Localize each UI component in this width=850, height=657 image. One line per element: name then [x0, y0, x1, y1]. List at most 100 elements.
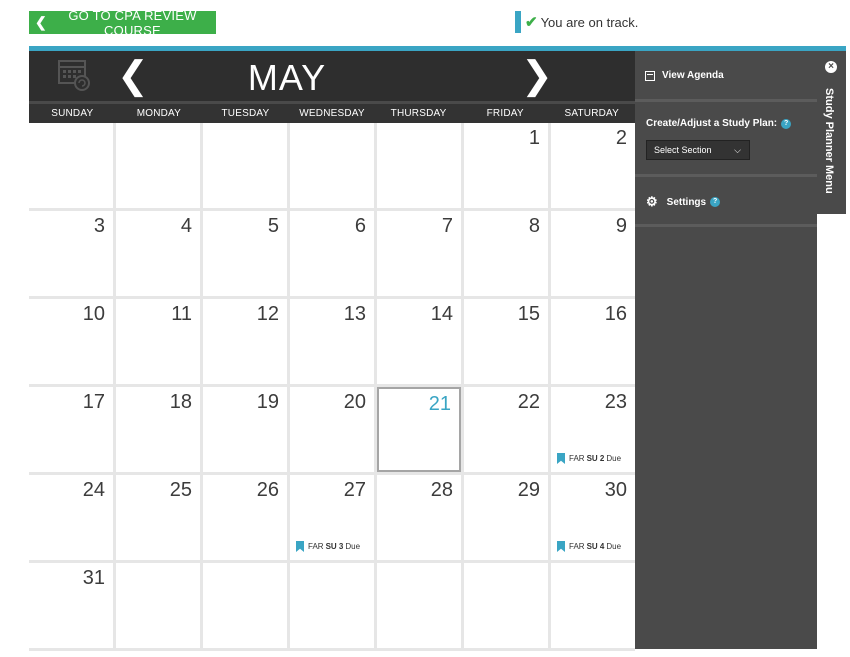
calendar-day-cell[interactable]: 7: [377, 211, 461, 296]
empty-day-cell: [290, 563, 374, 648]
calendar-day-cell[interactable]: 6: [290, 211, 374, 296]
calendar-day-cell[interactable]: 4: [116, 211, 200, 296]
day-number: 23: [604, 391, 627, 413]
event-pre-text: FAR: [308, 542, 324, 551]
calendar-day-cell[interactable]: 17: [29, 387, 113, 472]
weekday-label: TUESDAY: [221, 108, 270, 119]
calendar-day-cell[interactable]: 1: [464, 123, 548, 208]
calendar-day-cell[interactable]: 24: [29, 475, 113, 560]
weekday-label: THURSDAY: [390, 108, 447, 119]
bookmark-icon: [557, 541, 565, 552]
view-agenda-link[interactable]: View Agenda: [645, 70, 724, 81]
weekday-label: SUNDAY: [51, 108, 94, 119]
bookmark-icon: [557, 453, 565, 464]
chevron-down-icon: ⌵: [734, 145, 741, 155]
day-number: 12: [256, 303, 279, 325]
day-number: 20: [343, 391, 366, 413]
calendar-day-cell[interactable]: 5: [203, 211, 287, 296]
day-number: 27: [343, 479, 366, 501]
status-indicator: ✔ You are on track.: [515, 11, 638, 33]
gear-icon: ⚙: [646, 194, 658, 209]
event-post-text: Due: [606, 454, 622, 463]
status-text: You are on track.: [540, 14, 639, 30]
calendar-day-cell[interactable]: 19: [203, 387, 287, 472]
study-planner-tab-label: Study Planner Menu: [823, 88, 835, 194]
weekday-label: FRIDAY: [486, 108, 524, 119]
help-icon[interactable]: ?: [781, 118, 792, 129]
empty-day-cell: [464, 563, 548, 648]
calendar-day-cell[interactable]: 15: [464, 299, 548, 384]
calendar-day-cell[interactable]: 9: [551, 211, 635, 296]
day-number: 22: [517, 391, 540, 413]
month-title: MAY: [247, 57, 327, 98]
due-event[interactable]: FAR SU 2 Due: [557, 453, 621, 464]
calendar-day-cell[interactable]: 8: [464, 211, 548, 296]
calendar-day-cell-today[interactable]: 21: [377, 387, 461, 472]
calendar-grid: 1 2 3 4 5 6 7 8 9 10 11 12 13 14 15 16 17 18 19 20 21 22 23 FAR…: [29, 123, 635, 651]
empty-day-cell: [377, 123, 461, 208]
study-planner-tab[interactable]: × Study Planner Menu: [817, 51, 846, 214]
weekday-label: SATURDAY: [564, 108, 620, 119]
calendar-day-cell[interactable]: 25: [116, 475, 200, 560]
day-number: 4: [180, 215, 192, 237]
empty-day-cell: [551, 563, 635, 648]
calendar-day-cell[interactable]: 29: [464, 475, 548, 560]
day-number: 19: [256, 391, 279, 413]
day-number: 9: [615, 215, 627, 237]
study-plan-label-text: Create/Adjust a Study Plan:: [646, 118, 778, 129]
calendar-day-cell[interactable]: 16: [551, 299, 635, 384]
day-number: 10: [82, 303, 105, 325]
empty-day-cell: [203, 563, 287, 648]
calendar-day-cell[interactable]: 3: [29, 211, 113, 296]
calendar-day-cell[interactable]: 30 FAR SU 4 Due: [551, 475, 635, 560]
close-icon[interactable]: ×: [825, 61, 837, 73]
bookmark-icon: [296, 541, 304, 552]
weekday-label: WEDNESDAY: [299, 108, 365, 119]
due-event[interactable]: FAR SU 4 Due: [557, 541, 621, 552]
due-event[interactable]: FAR SU 3 Due: [296, 541, 360, 552]
calendar-day-cell[interactable]: 22: [464, 387, 548, 472]
calendar-day-cell[interactable]: 13: [290, 299, 374, 384]
calendar-day-cell[interactable]: 12: [203, 299, 287, 384]
calendar-day-cell[interactable]: 28: [377, 475, 461, 560]
calendar-icon: [645, 70, 655, 81]
event-bold-text: SU 3: [325, 542, 344, 551]
event-bold-text: SU 2: [586, 454, 605, 463]
calendar-day-cell[interactable]: 20: [290, 387, 374, 472]
empty-day-cell: [116, 563, 200, 648]
day-number: 25: [169, 479, 192, 501]
settings-link[interactable]: ⚙ Settings ?: [646, 194, 721, 210]
day-number: 6: [354, 215, 366, 237]
chevron-left-icon: ❮: [35, 14, 47, 30]
calendar-day-cell[interactable]: 26: [203, 475, 287, 560]
calendar-day-cell[interactable]: 18: [116, 387, 200, 472]
day-number: 13: [343, 303, 366, 325]
next-month-arrow[interactable]: ❯: [521, 57, 553, 95]
day-number: 5: [267, 215, 279, 237]
empty-day-cell: [290, 123, 374, 208]
day-number: 26: [256, 479, 279, 501]
calendar-day-cell[interactable]: 23 FAR SU 2 Due: [551, 387, 635, 472]
calendar-day-cell[interactable]: 14: [377, 299, 461, 384]
calendar-day-cell[interactable]: 10: [29, 299, 113, 384]
day-number: 16: [604, 303, 627, 325]
day-number: 29: [517, 479, 540, 501]
day-number: 24: [82, 479, 105, 501]
event-pre-text: FAR: [569, 542, 585, 551]
study-plan-label: Create/Adjust a Study Plan: ?: [646, 118, 792, 129]
event-post-text: Due: [345, 542, 361, 551]
empty-day-cell: [29, 123, 113, 208]
empty-day-cell: [203, 123, 287, 208]
calendar-day-cell[interactable]: 27 FAR SU 3 Due: [290, 475, 374, 560]
view-agenda-label: View Agenda: [662, 70, 724, 81]
calendar-day-cell[interactable]: 31: [29, 563, 113, 648]
day-number: 17: [82, 391, 105, 413]
help-icon[interactable]: ?: [710, 197, 721, 207]
calendar-day-cell[interactable]: 11: [116, 299, 200, 384]
go-to-course-button[interactable]: ❮ GO TO CPA REVIEW COURSE: [29, 8, 216, 38]
panel-divider: [635, 99, 817, 102]
day-number: 15: [517, 303, 540, 325]
select-section-dropdown[interactable]: Select Section ⌵: [646, 140, 750, 160]
day-number: 11: [171, 303, 192, 325]
calendar-day-cell[interactable]: 2: [551, 123, 635, 208]
